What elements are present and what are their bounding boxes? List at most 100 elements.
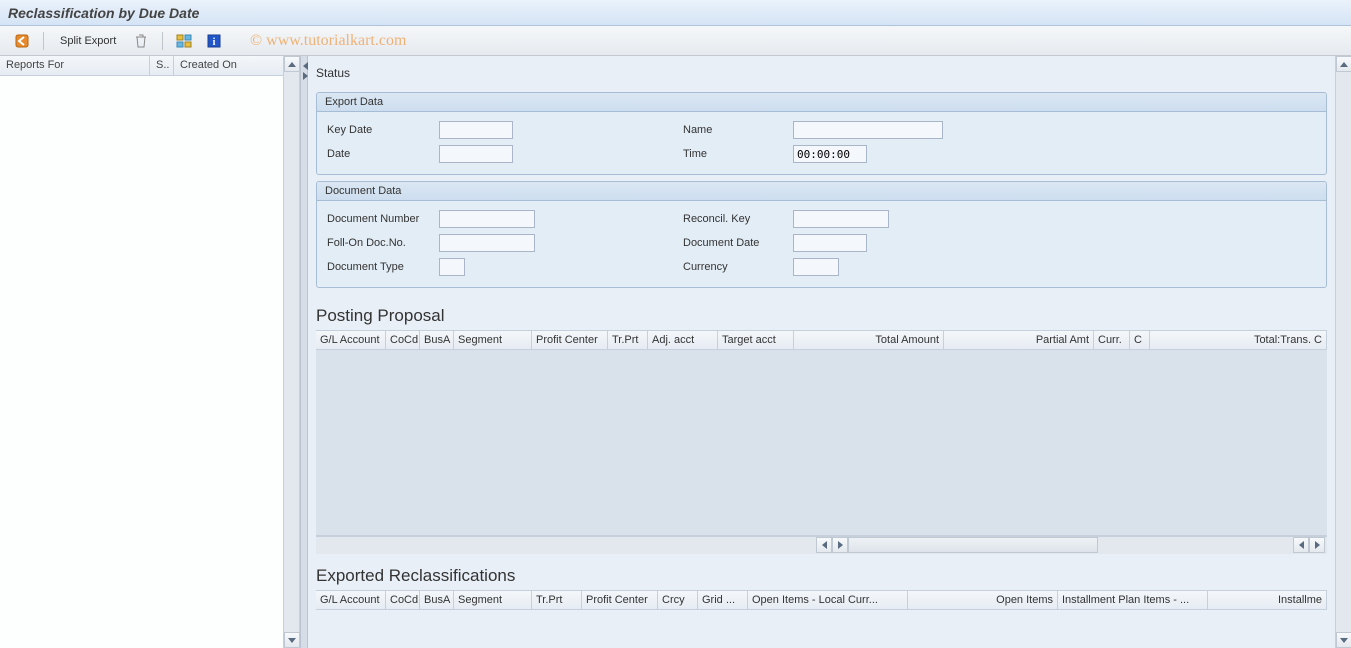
col-created-on[interactable]: Created On — [174, 56, 299, 75]
svg-text:i: i — [213, 37, 216, 48]
name-label: Name — [683, 124, 793, 136]
back-arrow-icon — [15, 34, 29, 48]
follon-label: Foll-On Doc.No. — [327, 237, 439, 249]
delete-button[interactable] — [129, 30, 153, 52]
status-label: Status — [308, 56, 1335, 86]
collapse-left-icon — [303, 62, 308, 70]
posting-proposal-grid: G/L Account CoCd BusA Segment Profit Cen… — [316, 330, 1327, 554]
left-panel: Reports For S.. Created On — [0, 56, 300, 648]
col-busa[interactable]: BusA — [420, 331, 454, 349]
col2-open-items-local[interactable]: Open Items - Local Curr... — [748, 591, 908, 609]
scroll-up-button[interactable] — [284, 56, 300, 72]
reconcil-key-field[interactable] — [793, 210, 889, 228]
watermark: © www.tutorialkart.com — [250, 32, 406, 50]
split-export-label: Split Export — [60, 35, 116, 47]
doc-type-field[interactable] — [439, 258, 465, 276]
col-col2[interactable]: S.. — [150, 56, 174, 75]
doc-number-field[interactable] — [439, 210, 535, 228]
posting-proposal-header: G/L Account CoCd BusA Segment Profit Cen… — [316, 330, 1327, 350]
chevron-up-icon — [288, 62, 296, 67]
expand-right-icon — [303, 72, 308, 80]
currency-field[interactable] — [793, 258, 839, 276]
left-vertical-scrollbar[interactable] — [283, 56, 299, 648]
chevron-left-icon — [1299, 541, 1304, 549]
right-vertical-scrollbar[interactable] — [1335, 56, 1351, 648]
col-partial-amt[interactable]: Partial Amt — [944, 331, 1094, 349]
scroll-left-button[interactable] — [816, 537, 832, 553]
col-gl-account[interactable]: G/L Account — [316, 331, 386, 349]
name-field[interactable] — [793, 121, 943, 139]
title-bar: Reclassification by Due Date — [0, 0, 1351, 26]
doc-type-label: Document Type — [327, 261, 439, 273]
posting-proposal-hscroll[interactable] — [316, 536, 1327, 554]
scroll-left-button-2[interactable] — [1293, 537, 1309, 553]
split-export-button[interactable]: Split Export — [53, 30, 123, 52]
doc-date-label: Document Date — [683, 237, 793, 249]
col-target-acct[interactable]: Target acct — [718, 331, 794, 349]
col-adj-acct[interactable]: Adj. acct — [648, 331, 718, 349]
left-grid-header: Reports For S.. Created On — [0, 56, 299, 76]
col-trprt[interactable]: Tr.Prt — [608, 331, 648, 349]
chevron-right-icon — [1315, 541, 1320, 549]
trash-icon — [135, 34, 147, 48]
scroll-up-button[interactable] — [1336, 56, 1351, 72]
posting-proposal-body[interactable] — [316, 350, 1327, 536]
chevron-left-icon — [822, 541, 827, 549]
time-field[interactable] — [793, 145, 867, 163]
scroll-right-button-2[interactable] — [1309, 537, 1325, 553]
date-field[interactable] — [439, 145, 513, 163]
key-date-label: Key Date — [327, 124, 439, 136]
info-icon: i — [207, 34, 221, 48]
col-c[interactable]: C — [1130, 331, 1150, 349]
time-label: Time — [683, 148, 793, 160]
col-cocd[interactable]: CoCd — [386, 331, 420, 349]
key-date-field[interactable] — [439, 121, 513, 139]
exported-reclass-header: G/L Account CoCd BusA Segment Tr.Prt Pro… — [316, 590, 1327, 610]
scroll-right-button[interactable] — [832, 537, 848, 553]
col2-busa[interactable]: BusA — [420, 591, 454, 609]
chevron-down-icon — [1340, 638, 1348, 643]
scroll-down-button[interactable] — [1336, 632, 1351, 648]
chevron-down-icon — [288, 638, 296, 643]
layout-button[interactable] — [172, 30, 196, 52]
export-data-group: Export Data Key Date Name Date Time — [316, 92, 1327, 175]
col2-crcy[interactable]: Crcy — [658, 591, 698, 609]
document-data-group: Document Data Document Number Reconcil. … — [316, 181, 1327, 288]
col2-trprt[interactable]: Tr.Prt — [532, 591, 582, 609]
col2-open-items[interactable]: Open Items — [908, 591, 1058, 609]
col-profit-center[interactable]: Profit Center — [532, 331, 608, 349]
exported-reclass-grid: G/L Account CoCd BusA Segment Tr.Prt Pro… — [316, 590, 1327, 610]
document-data-legend: Document Data — [317, 182, 1326, 201]
left-grid-body[interactable] — [0, 76, 299, 648]
splitter[interactable] — [300, 56, 308, 648]
col-segment[interactable]: Segment — [454, 331, 532, 349]
scroll-track[interactable] — [848, 537, 1098, 553]
follon-field[interactable] — [439, 234, 535, 252]
right-panel: Status Export Data Key Date Name Date Ti… — [308, 56, 1351, 648]
export-data-legend: Export Data — [317, 93, 1326, 112]
col2-installme[interactable]: Installme — [1208, 591, 1327, 609]
col-total-trans-c[interactable]: Total:Trans. C — [1150, 331, 1327, 349]
col-curr[interactable]: Curr. — [1094, 331, 1130, 349]
page-title: Reclassification by Due Date — [8, 5, 199, 21]
col2-profit-center[interactable]: Profit Center — [582, 591, 658, 609]
col2-segment[interactable]: Segment — [454, 591, 532, 609]
col-total-amount[interactable]: Total Amount — [794, 331, 944, 349]
col2-cocd[interactable]: CoCd — [386, 591, 420, 609]
posting-proposal-title: Posting Proposal — [308, 294, 1335, 330]
scroll-down-button[interactable] — [284, 632, 300, 648]
doc-date-field[interactable] — [793, 234, 867, 252]
layout-icon — [176, 34, 192, 48]
chevron-up-icon — [1340, 62, 1348, 67]
info-button[interactable]: i — [202, 30, 226, 52]
date-label: Date — [327, 148, 439, 160]
col2-grid[interactable]: Grid ... — [698, 591, 748, 609]
col-reports-for[interactable]: Reports For — [0, 56, 150, 75]
reconcil-key-label: Reconcil. Key — [683, 213, 793, 225]
col2-install-plan[interactable]: Installment Plan Items - ... — [1058, 591, 1208, 609]
doc-number-label: Document Number — [327, 213, 439, 225]
back-button[interactable] — [10, 30, 34, 52]
col2-gl-account[interactable]: G/L Account — [316, 591, 386, 609]
exported-reclass-title: Exported Reclassifications — [308, 554, 1335, 590]
chevron-right-icon — [838, 541, 843, 549]
